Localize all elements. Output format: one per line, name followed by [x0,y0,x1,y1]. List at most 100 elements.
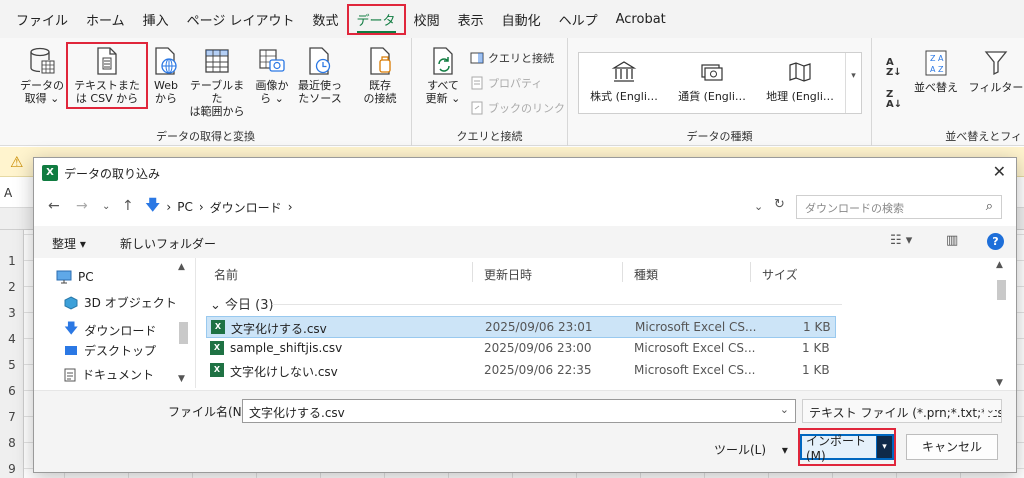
import-options-dropdown[interactable]: ▾ [876,436,892,458]
properties-button[interactable]: プロパティ [470,75,542,91]
file-name: sample_shiftjis.csv [230,341,343,355]
breadcrumb[interactable]: 🡇 › PC › ダウンロード › [144,195,764,219]
nav-item-documents[interactable]: ドキュメント [64,366,154,383]
data-types-scroll-button[interactable]: ▾ [845,53,861,113]
from-table-range-button[interactable]: テーブルまた は範囲から [186,46,248,118]
tab-review[interactable]: 校閲 [406,6,448,33]
scroll-up-icon[interactable]: ▲ [178,262,185,272]
file-row[interactable]: X 文字化けする.csv 2025/09/06 23:01 Microsoft … [206,316,836,338]
row-number[interactable]: 4 [0,332,24,346]
column-header-size[interactable]: サイズ [762,266,798,283]
data-type-currencies[interactable]: 通貨 (Engli… [669,59,755,104]
group-header-today[interactable]: ⌄ 今日 (3) [210,294,274,313]
group-label-get-transform: データの取得と変換 [156,130,255,143]
from-text-csv-button[interactable]: テキストまた は CSV から [66,42,148,109]
database-icon [30,47,55,74]
column-divider[interactable] [750,262,751,282]
row-number[interactable]: 3 [0,306,24,320]
nav-scrollbar[interactable]: ▲ ▼ [176,262,190,384]
scroll-down-icon[interactable]: ▼ [996,378,1003,388]
back-arrow-icon[interactable]: ← [48,198,60,214]
breadcrumb-separator: › [198,200,204,214]
file-row[interactable]: X sample_shiftjis.csv 2025/09/06 23:00 M… [206,338,836,360]
tab-file[interactable]: ファイル [8,6,76,33]
sort-descending-button[interactable]: Z A↓ [886,90,902,110]
row-number[interactable]: 8 [0,436,24,450]
import-button[interactable]: インポート(M) ▾ [800,434,894,463]
data-type-stocks[interactable]: 株式 (Engli… [581,59,667,104]
refresh-all-button[interactable]: すべて 更新 ⌄ [422,46,464,105]
breadcrumb-pc[interactable]: PC [177,200,193,214]
row-number[interactable]: 1 [0,254,24,268]
forward-arrow-icon[interactable]: → [76,198,88,214]
from-web-button[interactable]: Web から [150,46,182,105]
nav-item-desktop[interactable]: デスクトップ [64,342,156,359]
cancel-button[interactable]: キャンセル [906,434,998,460]
tab-help[interactable]: ヘルプ [551,6,606,33]
row-number[interactable]: 6 [0,384,24,398]
help-icon[interactable]: ? [987,233,1004,250]
group-sort-filter: A Z↓ Z A↓ Z AA Z 並べ替え フィルター 並べ替えとフィ [872,38,1024,146]
edit-links-button[interactable]: ブックのリンク [470,100,565,116]
warning-icon: ⚠ [10,153,24,171]
column-header-name[interactable]: 名前 [214,266,238,283]
recent-locations-icon[interactable]: ⌄ [102,201,110,212]
preview-pane-icon[interactable]: ▥ [946,233,958,248]
recent-sources-button[interactable]: 最近使っ たソース [296,46,344,105]
nav-item-downloads[interactable]: 🡇 ダウンロード [64,318,156,342]
tab-acrobat[interactable]: Acrobat [608,8,674,31]
refresh-icon[interactable]: ↻ [774,197,785,212]
file-size: 1 KB [803,320,831,334]
row-number[interactable]: 9 [0,462,24,476]
file-row[interactable]: X 文字化けしない.csv 2025/09/06 22:35 Microsoft… [206,360,836,382]
breadcrumb-downloads[interactable]: ダウンロード [210,199,282,216]
up-arrow-icon[interactable]: ↑ [122,198,134,214]
organize-button[interactable]: 整理 ▾ [52,235,86,252]
file-list-scroll-thumb[interactable] [997,280,1006,300]
tab-formulas[interactable]: 数式 [305,6,347,33]
download-icon: 🡇 [64,321,79,337]
search-input[interactable]: ダウンロードの検索 ⌕ [796,195,1002,219]
nav-item-3d-objects[interactable]: 3D オブジェクト [64,294,177,311]
view-options-icon[interactable]: ☷ ▾ [890,233,912,248]
existing-connections-button[interactable]: 既存 の接続 [358,46,402,105]
data-type-geography[interactable]: 地理 (Engli… [757,59,843,104]
get-data-button[interactable]: データの 取得 ⌄ [20,46,64,105]
column-divider[interactable] [622,262,623,282]
chevron-down-icon[interactable]: ⌄ [780,403,789,416]
scroll-down-icon[interactable]: ▼ [178,374,185,384]
row-number[interactable]: 7 [0,410,24,424]
column-divider[interactable] [472,262,473,282]
scroll-up-icon[interactable]: ▲ [996,260,1003,270]
sort-button[interactable]: Z AA Z 並べ替え [914,48,958,94]
column-header-modified[interactable]: 更新日時 [484,266,532,283]
nav-scroll-thumb[interactable] [179,322,188,344]
nav-item-pc[interactable]: PC [56,270,94,284]
from-picture-button[interactable]: 画像か ら ⌄ [252,46,292,105]
tools-button[interactable]: ツール(L) ▾ [714,441,788,458]
tab-data[interactable]: データ [346,3,406,35]
tab-page-layout[interactable]: ページ レイアウト [179,6,303,33]
row-number[interactable]: 2 [0,280,24,294]
close-icon[interactable]: ✕ [993,162,1006,181]
import-data-dialog: X データの取り込み ✕ ← → ⌄ ↑ 🡇 › PC › ダウンロード › ⌄… [33,157,1017,473]
new-folder-button[interactable]: 新しいフォルダー [120,235,216,252]
sort-ascending-button[interactable]: A Z↓ [886,58,902,78]
row-number[interactable]: 5 [0,358,24,372]
address-dropdown-icon[interactable]: ⌄ [754,200,763,213]
queries-connections-button[interactable]: クエリと接続 [470,50,554,66]
tab-home[interactable]: ホーム [78,6,133,33]
tab-insert[interactable]: 挿入 [135,6,177,33]
dialog-title: データの取り込み [64,167,161,181]
file-type-filter[interactable]: テキスト ファイル (*.prn;*.txt;*.csv) ⌄ [802,399,1002,423]
tab-view[interactable]: 表示 [450,6,492,33]
name-box[interactable]: A [4,186,12,200]
file-type: Microsoft Excel CS... [635,320,757,334]
file-type: Microsoft Excel CS... [634,341,756,355]
file-list-scrollbar[interactable]: ▲ ▼ [994,258,1008,388]
filter-button[interactable]: フィルター [968,48,1024,94]
filename-input[interactable]: 文字化けする.csv ⌄ [242,399,796,423]
column-header-type[interactable]: 種類 [634,266,658,283]
tab-automate[interactable]: 自動化 [494,6,549,33]
ribbon-tab-bar: ファイル ホーム 挿入 ページ レイアウト 数式 データ 校閲 表示 自動化 ヘ… [0,0,1024,38]
